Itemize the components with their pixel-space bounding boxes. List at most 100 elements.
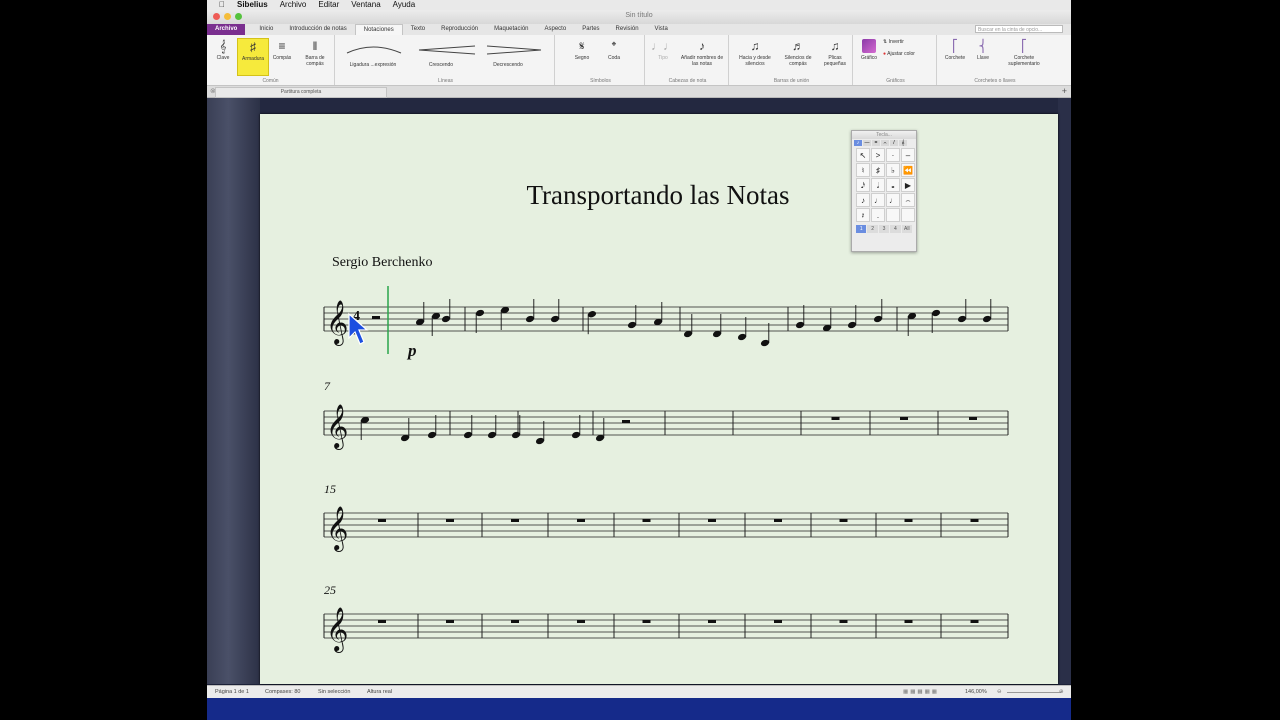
tab-revision[interactable]: Revisión (608, 24, 647, 35)
grafico-button[interactable]: Gráfico (857, 38, 881, 61)
corchete-button[interactable]: ⎡ Corchete (941, 38, 969, 61)
llave-button[interactable]: ⎨ Llave (971, 38, 995, 61)
tab-aspecto[interactable]: Aspecto (537, 24, 575, 35)
keypad-layout-1[interactable]: 1 (856, 225, 867, 233)
decrescendo-button[interactable]: Decrescendo (479, 62, 537, 68)
menu-app[interactable]: Sibelius (237, 0, 268, 10)
coda-button[interactable]: 𝄌 Coda (601, 38, 627, 61)
keypad-tab-6[interactable]: 𝄞 (899, 140, 907, 146)
whole-rest[interactable] (839, 620, 848, 623)
whole-rest[interactable] (446, 519, 454, 522)
clave-button[interactable]: 𝄞 Clave (213, 38, 233, 61)
whole-rest[interactable] (446, 620, 454, 623)
tab-maquetacion[interactable]: Maquetación (486, 24, 536, 35)
whole-rest[interactable] (708, 620, 716, 623)
key-quarter-2[interactable]: ♩ (886, 193, 900, 207)
invertir-button[interactable]: ⇅ Invertir (883, 39, 935, 45)
segno-button[interactable]: 𝄋 Segno (569, 38, 595, 61)
menu-ayuda[interactable]: Ayuda (393, 0, 416, 10)
key-flat[interactable]: ♭ (886, 163, 900, 177)
key-pointer[interactable]: ↖ (856, 148, 870, 162)
tab-reproduccion[interactable]: Reproducción (433, 24, 486, 35)
tab-vista[interactable]: Vista (647, 24, 676, 35)
dynamic-marking[interactable]: p (406, 341, 417, 360)
apple-icon[interactable]:  (219, 0, 225, 10)
view-mode-icons[interactable]: ▦▦▦▦▦ (903, 689, 939, 695)
key-sixteenth[interactable]: 𝅘𝅥𝅯 (856, 178, 870, 192)
tab-introduccion[interactable]: Introducción de notas (281, 24, 354, 35)
treble-clef[interactable]: 𝄞 (326, 301, 348, 346)
keypad-layout-all[interactable]: All (901, 225, 913, 233)
whole-rest[interactable] (577, 519, 585, 522)
half-rest[interactable] (372, 316, 380, 319)
treble-clef[interactable]: 𝄞 (326, 405, 348, 450)
zoom-in-icon[interactable]: ⊕ (1059, 689, 1064, 695)
whole-rest[interactable] (511, 620, 519, 623)
key-rewind[interactable]: ⏪ (901, 163, 915, 177)
half-rest[interactable] (622, 420, 630, 423)
tab-archivo[interactable]: Archivo (207, 24, 246, 35)
silencios-compas-button[interactable]: ♬ Silencios de compás (779, 38, 817, 67)
score-page[interactable]: Transportando las Notas Sergio Berchenko… (260, 114, 1058, 684)
barra-compas-button[interactable]: ‖ Barra de compás (299, 38, 331, 67)
anadir-nombres-button[interactable]: ♪ Añadir nombres de las notas (677, 38, 727, 67)
lines-gallery-icon[interactable] (343, 43, 543, 57)
keypad-tab-2[interactable]: — (863, 140, 871, 146)
whole-rest[interactable] (900, 417, 908, 420)
whole-rest[interactable] (642, 620, 651, 623)
key-blank[interactable] (886, 208, 900, 222)
key-whole[interactable]: 𝅝 (886, 178, 900, 192)
whole-rest[interactable] (642, 519, 651, 522)
key-natural[interactable]: ♮ (856, 163, 870, 177)
treble-clef[interactable]: 𝄞 (326, 608, 348, 653)
compas-button[interactable]: ≡ Compás (270, 38, 294, 61)
tab-partitura-completa[interactable]: Partitura completa (215, 87, 387, 98)
ligadura-button[interactable]: Ligadura ...expresión (341, 62, 405, 68)
keypad-tab-4[interactable]: ⌢ (881, 140, 889, 146)
score-canvas[interactable]: Transportando las Notas Sergio Berchenko… (260, 114, 1058, 684)
keypad-tab-5[interactable]: / (890, 140, 898, 146)
ajustar-color-button[interactable]: ● Ajustar color (883, 51, 935, 57)
zoom-slider[interactable] (1007, 692, 1061, 693)
treble-clef[interactable]: 𝄞 (326, 507, 348, 552)
whole-rest[interactable] (577, 620, 585, 623)
whole-rest[interactable] (970, 620, 979, 623)
tab-partes[interactable]: Partes (574, 24, 607, 35)
key-tenuto[interactable]: – (901, 148, 915, 162)
whole-rest[interactable] (970, 519, 979, 522)
keypad-title[interactable]: Tecla... (852, 131, 916, 139)
whole-rest[interactable] (378, 519, 386, 522)
tab-texto[interactable]: Texto (403, 24, 433, 35)
key-blank-2[interactable] (901, 208, 915, 222)
keypad-layout-3[interactable]: 3 (878, 225, 890, 233)
keypad-tab-3[interactable]: = (872, 140, 880, 146)
keypad-tab-notes[interactable]: ♪ (854, 140, 862, 146)
key-staccato[interactable]: · (886, 148, 900, 162)
whole-rest[interactable] (708, 519, 716, 522)
corchete-suplementario-button[interactable]: ⎡ Corchete suplementario (999, 38, 1049, 67)
hacia-desde-silencios-button[interactable]: ♫ Hacia y desde silencios (733, 38, 777, 67)
whole-rest[interactable] (969, 417, 977, 420)
key-half[interactable]: 𝅗𝅥 (871, 178, 885, 192)
key-eighth[interactable]: ♪ (856, 193, 870, 207)
key-rest[interactable]: 𝄽 (856, 208, 870, 222)
whole-rest[interactable] (839, 519, 848, 522)
keypad-layout-4[interactable]: 4 (890, 225, 901, 233)
tab-notaciones[interactable]: Notaciones (354, 23, 403, 36)
menu-editar[interactable]: Editar (318, 0, 339, 10)
key-quarter[interactable]: ♩ (871, 193, 885, 207)
score-title[interactable]: Transportando las Notas (527, 180, 790, 210)
crescendo-button[interactable]: Crescendo (413, 62, 469, 68)
add-tab-icon[interactable]: + (1062, 86, 1067, 96)
menu-archivo[interactable]: Archivo (280, 0, 307, 10)
scroll-area[interactable] (1058, 98, 1071, 684)
keypad-panel[interactable]: Tecla... ♪ — = ⌢ / 𝄞 ↖ > · – ♮ ♯ ♭ ⏪ 𝅘𝅥𝅯 𝅗𝅥 𝅝 ▶ ♪ ♩ ♩ ⌢ 𝄽. 1… (851, 130, 917, 252)
menu-ventana[interactable]: Ventana (351, 0, 380, 10)
key-tie[interactable]: ⌢ (901, 193, 915, 207)
whole-rest[interactable] (904, 519, 913, 522)
whole-rest[interactable] (831, 417, 840, 420)
whole-rest[interactable] (511, 519, 519, 522)
tab-inicio[interactable]: Inicio (251, 24, 281, 35)
score-composer[interactable]: Sergio Berchenko (332, 255, 432, 270)
zoom-out-icon[interactable]: ⊖ (997, 689, 1002, 695)
